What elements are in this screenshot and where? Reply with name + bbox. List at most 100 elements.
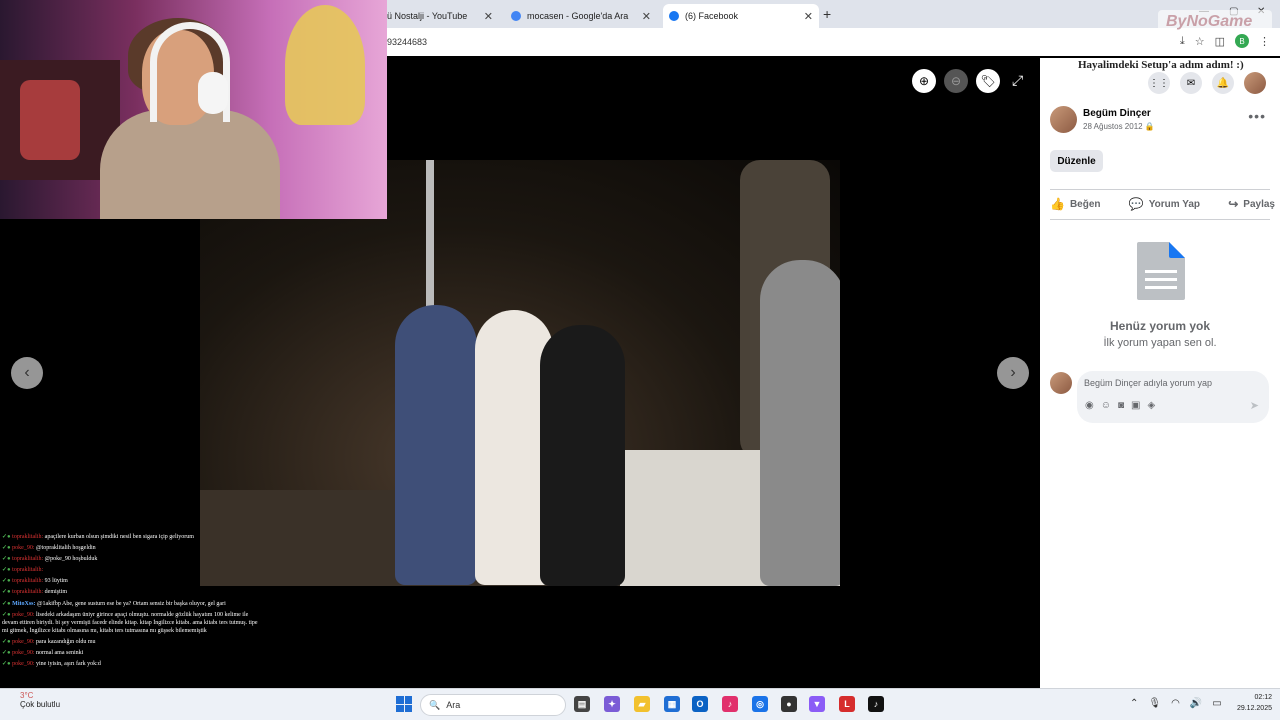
app-icon[interactable]: ▼ xyxy=(809,696,825,712)
notifications-icon[interactable]: 🔔 xyxy=(1212,72,1234,94)
bookmark-star-icon[interactable]: ☆ xyxy=(1195,35,1205,48)
chat-username[interactable]: topraklitalih: xyxy=(12,556,43,562)
chat-text: @poke_90 hoşbulduk xyxy=(43,556,98,563)
chat-username[interactable]: poke_90: xyxy=(12,650,34,656)
outlook-icon[interactable]: O xyxy=(692,696,708,712)
taskbar-search[interactable]: 🔍 Ara xyxy=(420,694,566,716)
commenter-avatar[interactable] xyxy=(1050,372,1072,394)
edit-button[interactable]: Düzenle xyxy=(1050,150,1103,172)
chat-username[interactable]: poke_90: xyxy=(12,612,34,618)
chat-badges-icon: ✓● xyxy=(2,589,13,596)
new-tab-button[interactable]: + xyxy=(823,6,831,22)
comment-placeholder[interactable]: Begüm Dinçer adıyla yorum yap xyxy=(1084,378,1212,388)
menu-dots-icon[interactable]: ⋮ xyxy=(1259,35,1270,48)
browser-tab-bar: ü Nostalji - YouTube ✕ mocasen - Google'… xyxy=(387,0,1280,28)
post-author[interactable]: Begüm Dinçer xyxy=(1083,108,1151,119)
file-explorer-icon[interactable]: ▰ xyxy=(634,696,650,712)
profile-icon[interactable]: B xyxy=(1235,34,1249,48)
app-l-icon[interactable]: L xyxy=(839,696,855,712)
facebook-icon xyxy=(669,11,679,21)
chat-username[interactable]: topraklitalih: xyxy=(12,578,43,584)
comment-input[interactable]: Begüm Dinçer adıyla yorum yap ◉ ☺ ◙ ▣ ◈ … xyxy=(1077,371,1269,423)
tag-icon[interactable]: 🏷 xyxy=(976,69,1000,93)
clock[interactable]: 02:12 29.12.2025 xyxy=(1224,693,1272,714)
install-icon[interactable]: ⤓ xyxy=(1180,35,1185,48)
chat-message: ✓● poke_90: yine iyisin, aşırı fark yok:… xyxy=(2,660,262,668)
divider xyxy=(1050,189,1270,190)
share-button[interactable]: ↪ Paylaş xyxy=(1228,194,1275,214)
copilot-icon[interactable]: ✦ xyxy=(604,696,620,712)
like-button[interactable]: 👍 Beğen xyxy=(1050,194,1101,214)
avatar-sticker-icon[interactable]: ◉ xyxy=(1085,400,1094,411)
previous-photo-button[interactable]: ‹ xyxy=(11,357,43,389)
comment-tools: ◉ ☺ ◙ ▣ ◈ xyxy=(1085,400,1155,411)
tiktok-studio-icon[interactable]: ♪ xyxy=(722,696,738,712)
post-photo[interactable] xyxy=(200,160,840,586)
obs-icon[interactable]: ● xyxy=(781,696,797,712)
tab-google-label: mocasen - Google'da Ara xyxy=(527,11,629,21)
address-text[interactable]: 93244683 xyxy=(387,37,427,47)
battery-icon[interactable]: ▭ xyxy=(1212,698,1221,709)
chat-text: @1akifbp Abe, gene susturn ese be ya? Or… xyxy=(35,600,226,607)
person-figure xyxy=(395,305,477,585)
lock-icon: 🔒 xyxy=(1144,122,1155,131)
chat-username[interactable]: topraklitalih: xyxy=(12,534,43,540)
tab-facebook[interactable]: (6) Facebook ✕ xyxy=(663,4,819,28)
camera-icon[interactable]: ◙ xyxy=(1118,400,1124,411)
zoom-in-icon[interactable]: ⊕ xyxy=(912,69,936,93)
task-view-icon[interactable]: ▤ xyxy=(574,696,590,712)
chat-message: ✓● poke_90: lisedeki arkadaşım üniyr gir… xyxy=(2,611,262,635)
clock-time: 02:12 xyxy=(1254,694,1272,701)
chat-username[interactable]: MitoXss: xyxy=(12,601,35,607)
store-icon[interactable]: ▦ xyxy=(664,696,680,712)
post-date-text[interactable]: 28 Ağustos 2012 xyxy=(1083,122,1143,131)
chat-text: apaçilere kurban olsun şimdiki nesil ben… xyxy=(43,534,194,540)
tab-youtube[interactable]: ü Nostalji - YouTube ✕ xyxy=(387,4,499,28)
zoom-out-icon[interactable]: ⊖ xyxy=(944,69,968,93)
address-bar[interactable]: 93244683 ⤓ ☆ ◫ B ⋮ xyxy=(387,28,1280,56)
chat-username[interactable]: poke_90: xyxy=(12,545,34,551)
next-photo-button[interactable]: › xyxy=(997,357,1029,389)
gif-icon[interactable]: ▣ xyxy=(1131,400,1140,411)
emoji-icon[interactable]: ☺ xyxy=(1101,400,1111,411)
screen: ü Nostalji - YouTube ✕ mocasen - Google'… xyxy=(0,0,1280,720)
close-icon[interactable]: ✕ xyxy=(642,10,651,23)
share-label: Paylaş xyxy=(1243,198,1275,210)
comment-icon: 💬 xyxy=(1128,197,1144,211)
more-options-icon[interactable]: ••• xyxy=(1248,108,1266,124)
chat-text: normal ama seninki xyxy=(34,650,84,657)
chat-username[interactable]: poke_90: xyxy=(12,661,34,667)
chat-username[interactable]: topraklitalih: xyxy=(12,567,43,573)
google-icon xyxy=(511,11,521,21)
fullscreen-icon[interactable]: ⤢ xyxy=(1012,72,1023,89)
post-date[interactable]: 28 Ağustos 2012 🔒 xyxy=(1083,122,1155,131)
person-figure xyxy=(540,325,625,586)
comment-button[interactable]: 💬 Yorum Yap xyxy=(1129,194,1200,214)
volume-icon[interactable]: 🔊 xyxy=(1190,698,1202,709)
apps-menu-icon[interactable]: ⋮⋮ xyxy=(1148,72,1170,94)
chat-badges-icon: ✓● xyxy=(2,556,13,563)
chat-username[interactable]: poke_90: xyxy=(12,639,34,645)
extensions-icon[interactable]: ◫ xyxy=(1215,35,1225,48)
microphone-icon[interactable]: 🎙 xyxy=(1148,698,1161,709)
wifi-icon[interactable]: ◠ xyxy=(1171,698,1180,709)
tiktok-icon[interactable]: ♪ xyxy=(868,696,884,712)
panel-top-bar: Hayalimdeki Setup'a adım adım! :) ⋮⋮ ✉ 🔔 xyxy=(1040,58,1280,98)
author-avatar[interactable] xyxy=(1050,106,1077,133)
sticker-icon[interactable]: ◈ xyxy=(1147,400,1155,411)
chat-text: para kazandığın oldu mu xyxy=(34,638,96,645)
weather-widget[interactable]: 3°C Çok bulutlu xyxy=(20,691,60,709)
account-avatar[interactable] xyxy=(1244,72,1266,94)
close-icon[interactable]: ✕ xyxy=(804,10,813,23)
tab-google[interactable]: mocasen - Google'da Ara ✕ xyxy=(507,4,657,28)
chrome-icon[interactable]: ◎ xyxy=(752,696,768,712)
windows-start-icon[interactable] xyxy=(396,696,412,712)
person-figure xyxy=(760,260,840,586)
messenger-icon[interactable]: ✉ xyxy=(1180,72,1202,94)
close-icon[interactable]: ✕ xyxy=(484,10,493,23)
chat-text: @topraklitalih hoşgeldin xyxy=(34,545,96,552)
chat-username[interactable]: topraklitalih: xyxy=(12,589,43,595)
chat-badges-icon: ✓● xyxy=(2,545,13,552)
chevron-up-icon[interactable]: ⌃ xyxy=(1130,698,1138,709)
send-icon[interactable]: ➤ xyxy=(1250,399,1259,412)
